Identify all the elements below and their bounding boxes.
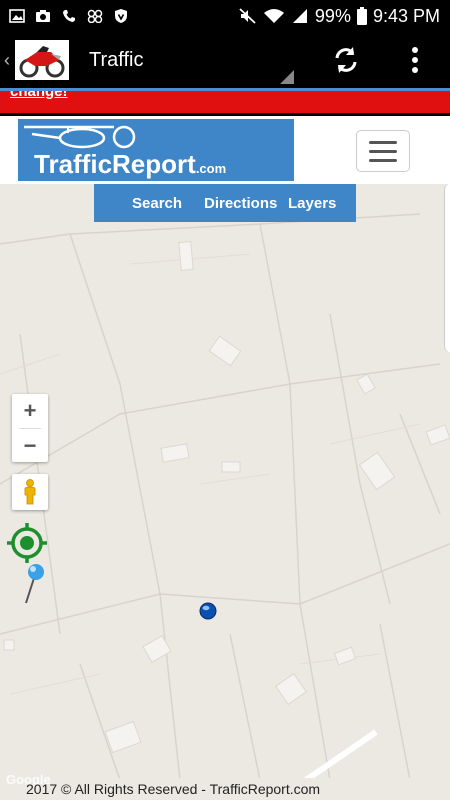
hamburger-menu-button[interactable] xyxy=(356,130,410,172)
zoom-out-button[interactable]: − xyxy=(12,429,48,463)
hamburger-bar xyxy=(369,140,397,144)
mute-icon xyxy=(239,8,257,24)
status-bar: 99% 9:43 PM xyxy=(0,0,450,32)
my-location-button[interactable] xyxy=(6,522,48,564)
side-panel-handle[interactable] xyxy=(444,184,450,352)
pegman-icon xyxy=(24,479,36,505)
logo-text: TrafficReport.com xyxy=(34,149,226,180)
wifi-icon xyxy=(263,8,285,24)
overflow-menu-button[interactable] xyxy=(398,40,432,80)
site-header: TrafficReport.com xyxy=(0,116,450,184)
alert-banner: change! xyxy=(0,91,450,113)
street-view-pegman-button[interactable] xyxy=(12,474,48,510)
drop-pin-button[interactable] xyxy=(22,563,48,605)
copyright-text: 2017 © All Rights Reserved - TrafficRepo… xyxy=(26,781,321,797)
hamburger-bar xyxy=(369,158,397,162)
nav-search[interactable]: Search xyxy=(132,195,182,212)
camera-icon xyxy=(34,8,52,24)
footer: Google 2017 © All Rights Reserved - Traf… xyxy=(0,772,450,800)
banner-link[interactable]: change! xyxy=(10,91,68,100)
zoom-control: + − xyxy=(12,394,48,462)
zoom-in-button[interactable]: + xyxy=(12,394,48,428)
nav-layers[interactable]: Layers xyxy=(288,195,336,212)
map-canvas xyxy=(0,213,450,780)
refresh-button[interactable] xyxy=(326,40,366,80)
app-bar: ‹ Traffic xyxy=(0,32,450,88)
battery-icon xyxy=(356,7,367,25)
logo-wordmark: TrafficReport xyxy=(34,149,196,179)
map-pin-icon xyxy=(25,564,44,604)
site-logo[interactable]: TrafficReport.com xyxy=(18,119,294,181)
app-title: Traffic xyxy=(89,48,144,71)
map[interactable] xyxy=(0,184,450,780)
crosshair-locate-icon xyxy=(7,523,47,563)
back-chevron-icon[interactable]: ‹ xyxy=(0,50,14,71)
blue-dot-icon xyxy=(199,602,217,620)
phone-icon xyxy=(60,8,78,24)
hamburger-bar xyxy=(369,149,397,153)
motorcycle-logo-icon[interactable] xyxy=(15,40,69,80)
clock: 9:43 PM xyxy=(372,5,440,26)
nav-directions[interactable]: Directions xyxy=(204,195,277,212)
overflow-menu-icon xyxy=(412,47,418,73)
current-location-marker[interactable] xyxy=(199,602,217,620)
voicemail-icon xyxy=(86,8,104,24)
helicopter-logo-icon xyxy=(24,125,136,149)
site-nav: Search Directions Layers xyxy=(94,184,356,222)
refresh-icon xyxy=(335,47,357,73)
battery-percent: 99% xyxy=(314,5,351,26)
signal-icon xyxy=(291,8,309,24)
dropdown-corner-icon[interactable] xyxy=(280,70,294,84)
shield-icon xyxy=(112,8,130,24)
logo-dotcom: .com xyxy=(195,161,227,176)
picture-icon xyxy=(8,8,26,24)
